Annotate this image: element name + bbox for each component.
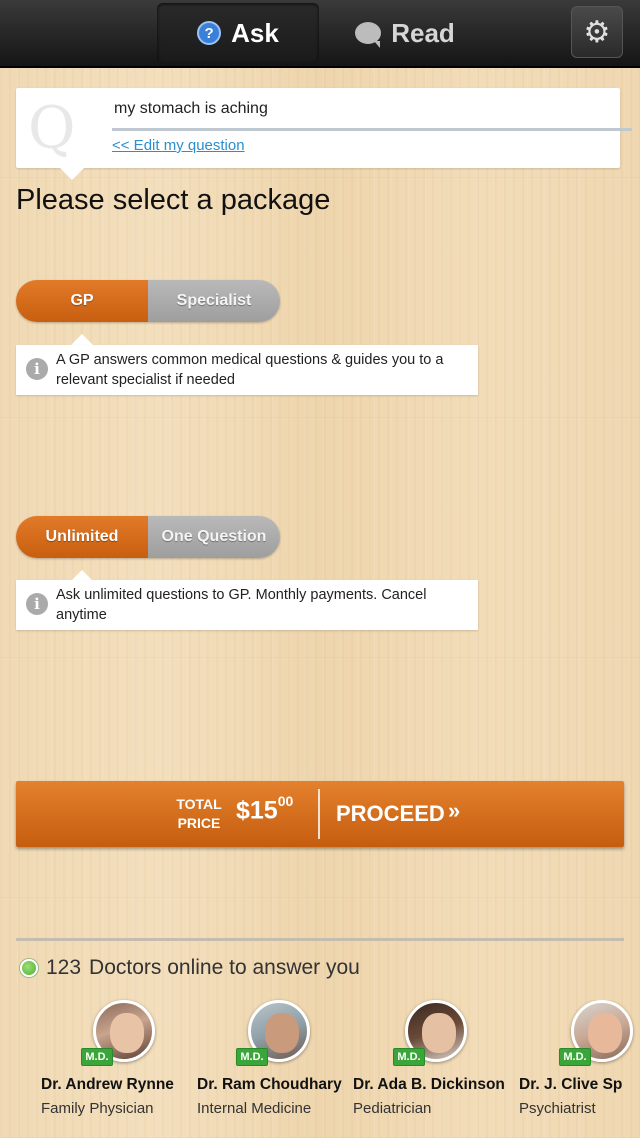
price-cents: 00: [277, 793, 294, 809]
doctor-name: Dr. J. Clive Sp: [519, 1076, 623, 1093]
question-text: my stomach is aching: [114, 100, 268, 117]
plan-info-text: Ask unlimited questions to GP. Monthly p…: [56, 587, 427, 623]
gear-icon: ⚙: [583, 15, 611, 49]
tab-read-label: Read: [391, 17, 455, 48]
price-label: PRICE: [177, 815, 221, 831]
top-nav-bar: ? Ask Read ⚙: [0, 0, 640, 68]
gp-option-button[interactable]: GP: [16, 280, 148, 322]
total-price-value: $1500: [236, 793, 294, 825]
online-dot-icon: [20, 959, 38, 977]
doctor-card[interactable]: M.D. Dr. J. Clive Sp Psychiatrist: [519, 1000, 640, 1130]
tab-ask-label: Ask: [231, 17, 279, 48]
total-price-label: TOTAL PRICE: [174, 795, 224, 833]
md-badge: M.D.: [393, 1048, 425, 1066]
tab-read[interactable]: Read: [340, 3, 470, 63]
tab-ask[interactable]: ? Ask: [157, 3, 319, 63]
doctor-card[interactable]: M.D. Dr. Andrew Rynne Family Physician: [41, 1000, 201, 1130]
info-icon: i: [26, 358, 48, 380]
edit-question-link[interactable]: << Edit my question: [112, 137, 245, 154]
section-divider: [16, 938, 624, 941]
one-question-option-button[interactable]: One Question: [148, 516, 280, 558]
md-badge: M.D.: [81, 1048, 113, 1066]
online-count: 123: [46, 956, 82, 979]
proceed-divider: [318, 789, 320, 839]
double-chevron-right-icon: »: [448, 798, 461, 823]
speech-bubble-icon: [355, 22, 382, 48]
doctor-specialty: Psychiatrist: [519, 1100, 596, 1117]
unlimited-option-button[interactable]: Unlimited: [16, 516, 148, 558]
specialist-option-button[interactable]: Specialist: [148, 280, 280, 322]
question-watermark-icon: Q: [28, 94, 76, 162]
proceed-label: PROCEED: [336, 801, 445, 826]
total-label: TOTAL: [176, 796, 222, 812]
info-icon: i: [26, 593, 48, 615]
page-title: Please select a package: [16, 184, 331, 216]
question-card: Q my stomach is aching << Edit my questi…: [16, 88, 632, 180]
plan-toggle: Unlimited One Question: [16, 516, 280, 558]
md-badge: M.D.: [236, 1048, 268, 1066]
settings-button[interactable]: ⚙: [571, 6, 623, 58]
tooltip-pointer: [71, 334, 93, 345]
doctor-type-info-text: A GP answers common medical questions & …: [56, 352, 444, 388]
proceed-button[interactable]: TOTAL PRICE $1500 PROCEED »: [16, 781, 624, 847]
question-circle-icon: ?: [197, 21, 222, 45]
doctor-card[interactable]: M.D. Dr. Ram Choudhary Internal Medicine: [197, 1000, 357, 1130]
doctor-type-info: i A GP answers common medical questions …: [16, 345, 478, 395]
price-main: $15: [236, 796, 278, 825]
doctors-online-status: 123 Doctors online to answer you: [20, 956, 360, 980]
plan-info: i Ask unlimited questions to GP. Monthly…: [16, 580, 478, 630]
doctor-card[interactable]: M.D. Dr. Ada B. Dickinson Pediatrician: [353, 1000, 513, 1130]
doctor-type-toggle: GP Specialist: [16, 280, 280, 322]
question-divider: [112, 128, 632, 131]
online-text: Doctors online to answer you: [89, 956, 360, 979]
md-badge: M.D.: [559, 1048, 591, 1066]
